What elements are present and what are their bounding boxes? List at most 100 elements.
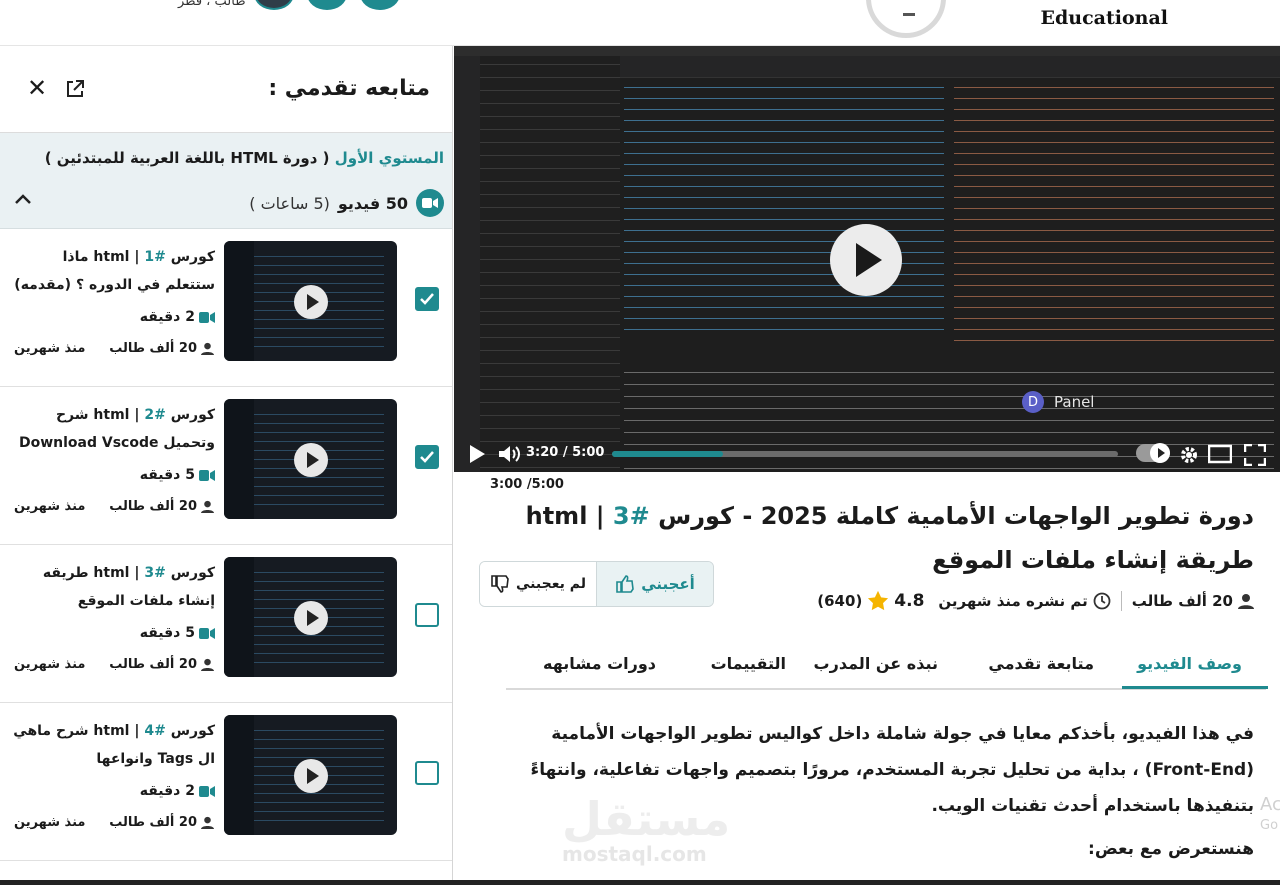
- lesson-duration: 5 دقيقه: [140, 625, 215, 641]
- play-icon[interactable]: [294, 601, 328, 635]
- level-name: المستوي الأول: [334, 149, 444, 167]
- video-camera-icon: [199, 627, 215, 639]
- play-icon[interactable]: [294, 759, 328, 793]
- lesson-meta: منذ شهرين 20 ألف طالب: [14, 499, 214, 519]
- lesson-complete-checkbox[interactable]: [415, 287, 439, 311]
- user-location: طالب ، قطر: [178, 0, 246, 9]
- user-icon: [1238, 594, 1254, 609]
- video-camera-icon: [199, 469, 215, 481]
- header-icon-button[interactable]: [360, 0, 400, 10]
- video-description: في هذا الفيديو، بأخذكم معايا في جولة شام…: [530, 724, 1254, 816]
- published-stat: تم نشره منذ شهرين: [938, 592, 1111, 610]
- lesson-item[interactable]: كورس #4 | html شرح ماهي ال Tags وانواعها…: [0, 703, 452, 861]
- user-avatar[interactable]: [254, 0, 294, 10]
- time-display: 3:20 / 5:00: [526, 445, 605, 460]
- panel-label: D Panel: [1022, 391, 1094, 413]
- video-camera-icon: [199, 785, 215, 797]
- settings-gear-icon[interactable]: [1178, 444, 1200, 466]
- published-text: تم نشره منذ شهرين: [938, 592, 1088, 610]
- lesson-complete-checkbox[interactable]: [415, 603, 439, 627]
- seek-bar[interactable]: [612, 451, 1118, 457]
- lesson-prefix: كورس: [170, 249, 215, 265]
- tab-video-description[interactable]: وصف الفيديو: [1137, 654, 1242, 673]
- lesson-number: #3: [144, 565, 166, 581]
- star-icon: [868, 590, 889, 611]
- panel-avatar: D: [1022, 391, 1044, 413]
- rating-count: (640): [817, 592, 863, 610]
- lesson-students: 20 ألف طالب: [109, 815, 214, 830]
- top-bar: طالب ، قطر Educational: [0, 0, 1280, 46]
- tab-similar-courses[interactable]: دورات مشابهه: [543, 654, 656, 673]
- tab-about-instructor[interactable]: نبذه عن المدرب: [814, 654, 938, 673]
- chevron-up-icon[interactable]: [14, 193, 32, 205]
- volume-icon[interactable]: [498, 444, 520, 464]
- like-button[interactable]: أعجبني: [596, 562, 713, 606]
- lesson-prefix: كورس: [170, 565, 215, 581]
- lesson-duration: 2 دقيقه: [140, 783, 215, 799]
- dislike-button[interactable]: لم يعجبني: [480, 562, 596, 606]
- user-icon: [201, 342, 214, 355]
- lesson-students: 20 ألف طالب: [109, 341, 214, 356]
- autoplay-toggle[interactable]: [1136, 443, 1170, 463]
- close-icon[interactable]: ✕: [24, 76, 50, 102]
- logo-icon: [866, 0, 946, 38]
- thumbs-down-icon: [491, 575, 509, 593]
- lesson-ago: منذ شهرين: [14, 499, 86, 514]
- lesson-complete-checkbox[interactable]: [415, 445, 439, 469]
- lesson-title[interactable]: كورس #2 | html شرح وتحميل Download Vscod…: [10, 401, 215, 457]
- lesson-item[interactable]: كورس #2 | html شرح وتحميل Download Vscod…: [0, 387, 452, 545]
- vscode-editor-right: [954, 80, 1274, 350]
- title-main: دورة تطوير الواجهات الأمامية كاملة 2025 …: [658, 502, 1254, 530]
- tab-my-progress[interactable]: متابعة تقدمي: [988, 654, 1094, 673]
- level-section[interactable]: المستوي الأول ( دورة HTML باللغة العربية…: [0, 133, 452, 229]
- lesson-item[interactable]: كورس #1 | html ماذا ستتعلم في الدوره ؟ (…: [0, 229, 452, 387]
- theater-mode-icon[interactable]: [1208, 444, 1232, 464]
- tab-reviews[interactable]: التقييمات: [711, 654, 786, 673]
- lesson-prefix: كورس: [170, 407, 215, 423]
- lesson-thumbnail[interactable]: [224, 715, 397, 835]
- lesson-item[interactable]: كورس #3 | html طريقه إنشاء ملفات الموقع …: [0, 545, 452, 703]
- lesson-students-text: 20 ألف طالب: [109, 657, 197, 672]
- sidebar-header: متابعه تقدمي : ✕: [0, 46, 452, 133]
- seek-progress: [612, 451, 724, 457]
- students-stat: 20 ألف طالب: [1132, 592, 1254, 610]
- level-meta: 50 فيديو (5 ساعات ): [249, 189, 444, 217]
- rating-value: 4.8: [894, 591, 925, 611]
- lesson-duration-text: 2 دقيقه: [139, 783, 195, 799]
- check-icon: [420, 451, 434, 463]
- lesson-students-text: 20 ألف طالب: [109, 815, 197, 830]
- lesson-complete-checkbox[interactable]: [415, 761, 439, 785]
- play-icon[interactable]: [468, 444, 486, 464]
- lesson-title[interactable]: كورس #1 | html ماذا ستتعلم في الدوره ؟ (…: [10, 243, 215, 299]
- level-video-count: 50 فيديو: [337, 193, 408, 213]
- user-icon: [201, 658, 214, 671]
- video-camera-icon: [199, 311, 215, 323]
- vscode-menubar: [454, 46, 1280, 56]
- lesson-thumbnail[interactable]: [224, 399, 397, 519]
- external-link-icon[interactable]: [64, 78, 86, 100]
- time-caption: 3:00 /5:00: [490, 477, 564, 492]
- play-icon[interactable]: [294, 443, 328, 477]
- lesson-prefix: كورس: [170, 723, 215, 739]
- rating-stat: 4.8 (640): [817, 590, 924, 612]
- level-title: المستوي الأول ( دورة HTML باللغة العربية…: [45, 149, 444, 167]
- lesson-title[interactable]: كورس #3 | html طريقه إنشاء ملفات الموقع: [10, 559, 215, 615]
- level-course: ( دورة HTML باللغة العربية للمبتدئين ): [44, 149, 330, 167]
- lesson-thumbnail[interactable]: [224, 241, 397, 361]
- lesson-number: #4: [144, 723, 166, 739]
- fullscreen-icon[interactable]: [1244, 444, 1266, 466]
- lesson-title[interactable]: كورس #4 | html شرح ماهي ال Tags وانواعها: [10, 717, 215, 773]
- play-icon[interactable]: [294, 285, 328, 319]
- edge-text-b: Go: [1260, 818, 1279, 833]
- lesson-duration-text: 5 دقيقه: [139, 625, 195, 641]
- header-icon-button[interactable]: [307, 0, 347, 10]
- lesson-duration-text: 2 دقيقه: [139, 309, 195, 325]
- check-icon: [420, 293, 434, 305]
- rating-buttons: لم يعجبني أعجبني: [479, 561, 714, 607]
- big-play-button[interactable]: [830, 224, 902, 296]
- description-subheading: هنستعرض مع بعض:: [1088, 839, 1254, 859]
- dislike-label: لم يعجبني: [516, 576, 586, 592]
- video-player[interactable]: D Panel 3:20 / 5:00: [454, 46, 1280, 472]
- lesson-thumbnail[interactable]: [224, 557, 397, 677]
- lesson-duration: 5 دقيقه: [140, 467, 215, 483]
